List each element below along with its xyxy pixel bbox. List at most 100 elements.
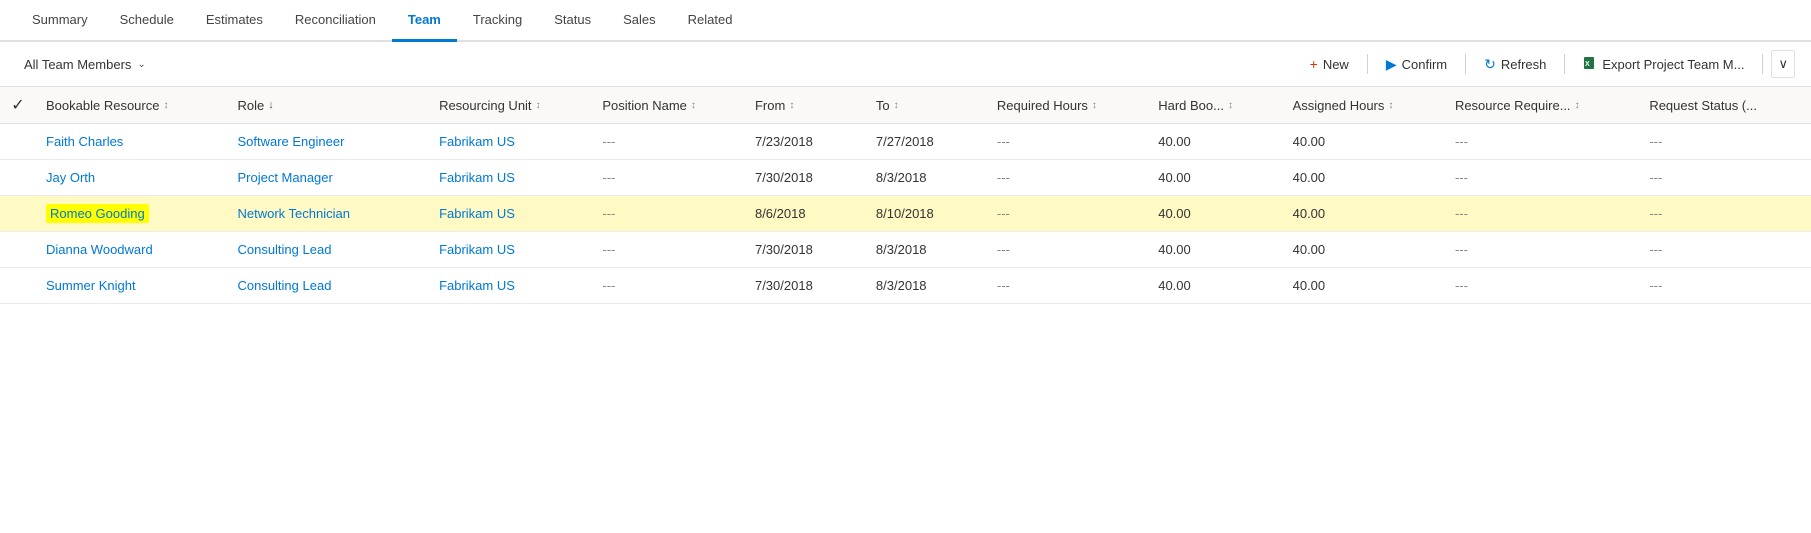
plus-icon: + (1310, 56, 1318, 72)
to-cell: 8/3/2018 (866, 160, 987, 196)
col-resourcing-unit[interactable]: Resourcing Unit ↕ (429, 87, 592, 124)
required-hours-cell: --- (987, 124, 1148, 160)
resourcing-unit-link[interactable]: Fabrikam US (439, 206, 515, 221)
role-cell[interactable]: Network Technician (227, 196, 429, 232)
to-cell: 8/10/2018 (866, 196, 987, 232)
bookable-resource-cell[interactable]: Faith Charles (36, 124, 227, 160)
required-hours-cell: --- (987, 196, 1148, 232)
row-checkbox-cell[interactable] (0, 124, 36, 160)
row-checkbox-cell[interactable] (0, 160, 36, 196)
refresh-button[interactable]: ↻ Refresh (1474, 51, 1556, 78)
confirm-button[interactable]: ▶ Confirm (1376, 51, 1457, 78)
export-button[interactable]: X Export Project Team M... (1573, 51, 1754, 78)
position-name-cell: --- (592, 268, 745, 304)
resourcing-unit-cell[interactable]: Fabrikam US (429, 232, 592, 268)
row-checkbox-cell[interactable] (0, 196, 36, 232)
nav-tab-reconciliation[interactable]: Reconciliation (279, 0, 392, 42)
resource-require-cell: --- (1445, 124, 1639, 160)
sort-icon-to: ↕ (894, 100, 899, 111)
request-status-cell: --- (1639, 124, 1811, 160)
bookable-resource-cell[interactable]: Romeo Gooding (36, 196, 227, 232)
resourcing-unit-cell[interactable]: Fabrikam US (429, 196, 592, 232)
col-to[interactable]: To ↕ (866, 87, 987, 124)
from-cell: 7/30/2018 (745, 232, 866, 268)
bookable-resource-link[interactable]: Jay Orth (46, 170, 95, 185)
nav-tab-estimates[interactable]: Estimates (190, 0, 279, 42)
hard-boo-cell: 40.00 (1148, 268, 1282, 304)
table-header-row: ✓ Bookable Resource ↕ Role ↓ (0, 87, 1811, 124)
hard-boo-cell: 40.00 (1148, 124, 1282, 160)
resource-require-cell: --- (1445, 232, 1639, 268)
export-icon: X (1583, 56, 1597, 73)
bookable-resource-cell[interactable]: Dianna Woodward (36, 232, 227, 268)
role-cell[interactable]: Consulting Lead (227, 268, 429, 304)
bookable-resource-link[interactable]: Faith Charles (46, 134, 123, 149)
nav-tabs: SummaryScheduleEstimatesReconciliationTe… (0, 0, 1811, 42)
role-link[interactable]: Network Technician (237, 206, 349, 221)
resourcing-unit-link[interactable]: Fabrikam US (439, 170, 515, 185)
divider2 (1465, 54, 1466, 74)
col-hard-boo[interactable]: Hard Boo... ↕ (1148, 87, 1282, 124)
nav-tab-tracking[interactable]: Tracking (457, 0, 538, 42)
sort-icon-role: ↓ (268, 99, 274, 111)
role-cell[interactable]: Software Engineer (227, 124, 429, 160)
resourcing-unit-link[interactable]: Fabrikam US (439, 242, 515, 257)
table-row: Romeo Gooding Network Technician Fabrikam … (0, 196, 1811, 232)
role-cell[interactable]: Consulting Lead (227, 232, 429, 268)
hard-boo-cell: 40.00 (1148, 196, 1282, 232)
row-checkbox-cell[interactable] (0, 268, 36, 304)
sort-icon-assigned: ↕ (1388, 100, 1393, 111)
bookable-resource-link[interactable]: Romeo Gooding (46, 204, 149, 223)
team-table: ✓ Bookable Resource ↕ Role ↓ (0, 87, 1811, 304)
resourcing-unit-cell[interactable]: Fabrikam US (429, 268, 592, 304)
col-position-name[interactable]: Position Name ↕ (592, 87, 745, 124)
bookable-resource-cell[interactable]: Summer Knight (36, 268, 227, 304)
col-request-status[interactable]: Request Status (... (1639, 87, 1811, 124)
bookable-resource-link[interactable]: Summer Knight (46, 278, 136, 293)
resourcing-unit-link[interactable]: Fabrikam US (439, 278, 515, 293)
table-row: Faith Charles Software Engineer Fabrikam U… (0, 124, 1811, 160)
col-resource-require[interactable]: Resource Require... ↕ (1445, 87, 1639, 124)
resourcing-unit-cell[interactable]: Fabrikam US (429, 160, 592, 196)
nav-tab-schedule[interactable]: Schedule (104, 0, 190, 42)
nav-tab-summary[interactable]: Summary (16, 0, 104, 42)
request-status-cell: --- (1639, 160, 1811, 196)
request-status-cell: --- (1639, 268, 1811, 304)
required-hours-cell: --- (987, 160, 1148, 196)
nav-tab-related[interactable]: Related (672, 0, 749, 42)
nav-tab-status[interactable]: Status (538, 0, 607, 42)
role-link[interactable]: Consulting Lead (237, 242, 331, 257)
to-cell: 7/27/2018 (866, 124, 987, 160)
from-cell: 8/6/2018 (745, 196, 866, 232)
new-button[interactable]: + New (1300, 51, 1359, 77)
resource-require-cell: --- (1445, 268, 1639, 304)
resourcing-unit-link[interactable]: Fabrikam US (439, 134, 515, 149)
role-cell[interactable]: Project Manager (227, 160, 429, 196)
from-cell: 7/30/2018 (745, 268, 866, 304)
more-button[interactable]: ∨ (1771, 50, 1795, 78)
hard-boo-cell: 40.00 (1148, 232, 1282, 268)
filter-dropdown[interactable]: All Team Members ⌄ (16, 53, 154, 76)
nav-tab-team[interactable]: Team (392, 0, 457, 42)
required-hours-cell: --- (987, 232, 1148, 268)
chevron-down-icon: ⌄ (137, 59, 145, 70)
row-checkbox-cell[interactable] (0, 232, 36, 268)
position-name-cell: --- (592, 160, 745, 196)
bookable-resource-cell[interactable]: Jay Orth (36, 160, 227, 196)
col-required-hours[interactable]: Required Hours ↕ (987, 87, 1148, 124)
col-role[interactable]: Role ↓ (227, 87, 429, 124)
sort-icon-hardboo: ↕ (1228, 100, 1233, 111)
nav-tab-sales[interactable]: Sales (607, 0, 672, 42)
bookable-resource-link[interactable]: Dianna Woodward (46, 242, 153, 257)
col-assigned-hours[interactable]: Assigned Hours ↕ (1283, 87, 1445, 124)
col-bookable-resource[interactable]: Bookable Resource ↕ (36, 87, 227, 124)
from-cell: 7/30/2018 (745, 160, 866, 196)
role-link[interactable]: Software Engineer (237, 134, 344, 149)
role-link[interactable]: Project Manager (237, 170, 332, 185)
sort-icon-resourcing: ↕ (536, 100, 541, 111)
request-status-cell: --- (1639, 196, 1811, 232)
resourcing-unit-cell[interactable]: Fabrikam US (429, 124, 592, 160)
role-link[interactable]: Consulting Lead (237, 278, 331, 293)
select-all-checkbox[interactable]: ✓ (11, 95, 24, 115)
col-from[interactable]: From ↕ (745, 87, 866, 124)
